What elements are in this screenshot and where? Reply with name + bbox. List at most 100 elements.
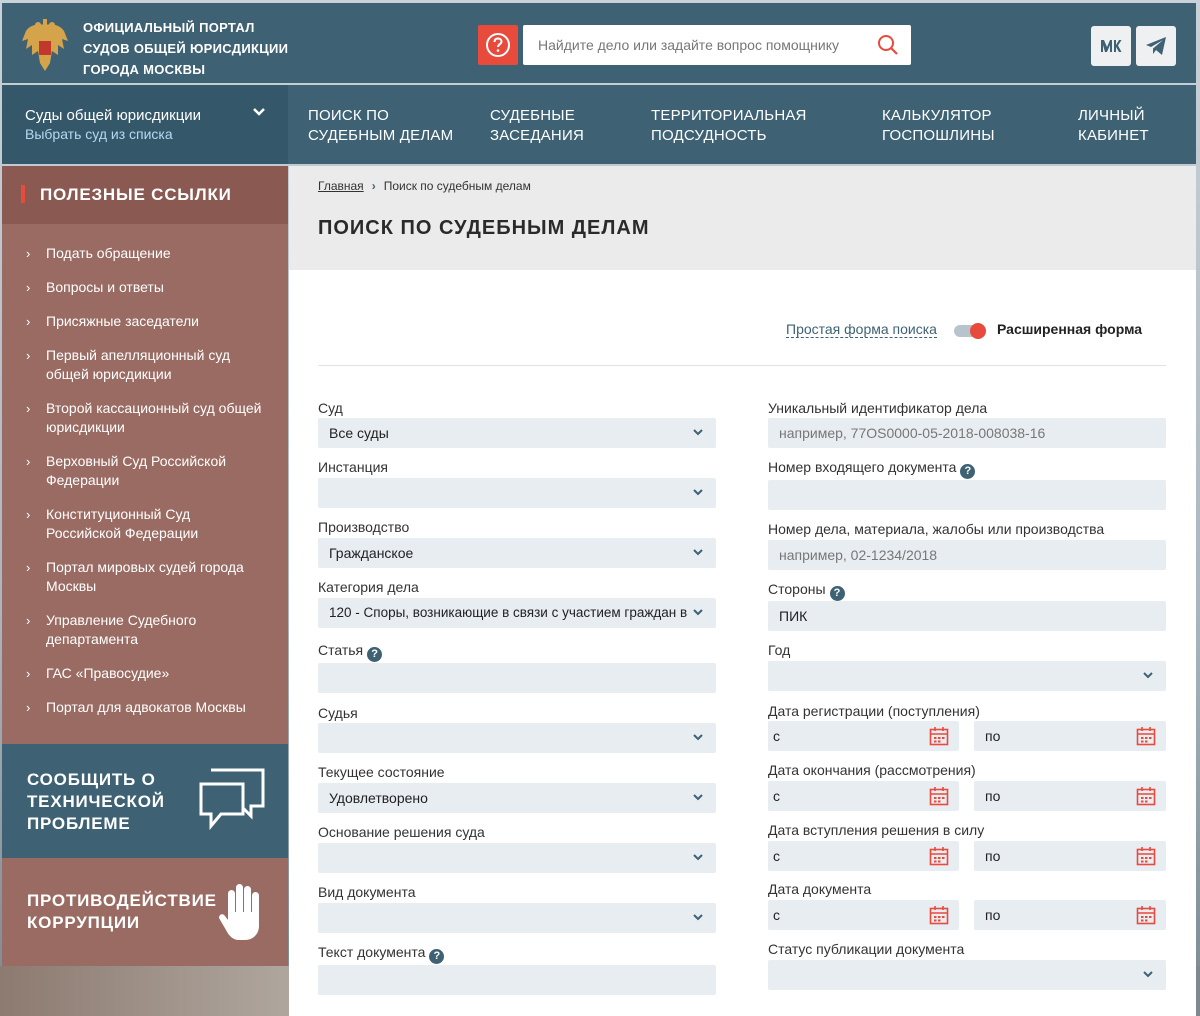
sidebar-link-label: Вопросы и ответы	[46, 279, 164, 295]
chevron-down-icon	[253, 108, 265, 116]
calendar-icon[interactable]	[1136, 786, 1156, 806]
court-selector-link[interactable]: Выбрать суд из списка	[25, 126, 288, 142]
vk-button[interactable]	[1091, 26, 1131, 66]
article-input[interactable]	[318, 663, 716, 693]
question-help-icon[interactable]: ?	[829, 586, 845, 601]
sidebar-link[interactable]: › Управление Судебного департамента	[2, 611, 288, 649]
sidebar-link[interactable]: › Подать обращение	[2, 244, 288, 263]
sidebar-link[interactable]: › Первый апелляционный суд общей юрисдикц…	[2, 346, 288, 384]
sidebar-link[interactable]: › ГАС «Правосудие»	[2, 664, 288, 683]
sidebar-link-label: Подать обращение	[46, 245, 171, 261]
nav-item-line: ГОСПОШЛИНЫ	[882, 127, 995, 144]
search-icon[interactable]	[877, 34, 899, 56]
date-reg-to[interactable]: по	[974, 721, 1166, 751]
nav-item-line: ПОДСУДНОСТЬ	[651, 127, 767, 144]
doc-text-label-text: Текст документа	[318, 944, 426, 960]
telegram-button[interactable]	[1136, 26, 1176, 66]
calendar-icon[interactable]	[929, 726, 949, 746]
sidebar-link[interactable]: › Верховный Суд Российской Федерации	[2, 452, 288, 490]
calendar-icon[interactable]	[929, 846, 949, 866]
search-box	[523, 25, 911, 65]
coat-of-arms-icon	[22, 19, 68, 71]
nav-item-line: СУДЕБНЫЕ	[490, 107, 575, 124]
logo-line-1: ОФИЦИАЛЬНЫЙ ПОРТАЛ	[83, 20, 255, 35]
judge-select[interactable]	[318, 723, 716, 753]
doc-type-select[interactable]	[318, 903, 716, 933]
nav-item-line: СУДЕБНЫМ ДЕЛАМ	[308, 127, 454, 144]
incoming-input[interactable]	[768, 480, 1166, 510]
proceeding-select[interactable]: Гражданское	[318, 538, 716, 568]
calendar-icon[interactable]	[929, 905, 949, 925]
breadcrumb-current: Поиск по судебным делам	[383, 179, 531, 193]
doc-text-input[interactable]	[318, 965, 716, 995]
simple-form-link[interactable]: Простая форма поиска	[786, 321, 937, 338]
chevron-right-icon: ›	[26, 507, 31, 522]
sidebar-heading: ПОЛЕЗНЫЕ ССЫЛКИ	[2, 166, 288, 224]
anti-corruption-banner[interactable]: ПРОТИВОДЕЙСТВИЕ КОРРУПЦИИ	[2, 858, 288, 966]
chevron-right-icon: ›	[26, 348, 31, 363]
case-no-input[interactable]: например, 02-1234/2018	[768, 540, 1166, 570]
sidebar-link-label: Присяжные заседатели	[46, 313, 199, 329]
question-help-icon[interactable]: ?	[429, 949, 445, 964]
sidebar-link[interactable]: › Вопросы и ответы	[2, 278, 288, 297]
sidebar-link[interactable]: › Портал мировых судей города Москвы	[2, 558, 288, 596]
corruption-banner-text: ПРОТИВОДЕЙСТВИЕ КОРРУПЦИИ	[27, 890, 217, 934]
article-label: Статья?	[318, 642, 383, 662]
calendar-icon[interactable]	[929, 786, 949, 806]
report-tech-problem-banner[interactable]: СООБЩИТЬ О ТЕХНИЧЕСКОЙ ПРОБЛЕМЕ	[2, 744, 288, 858]
sidebar-link[interactable]: › Присяжные заседатели	[2, 312, 288, 331]
nav-item-personal-account[interactable]: ЛИЧНЫЙ КАБИНЕТ	[1078, 106, 1149, 146]
proceeding-label: Производство	[318, 519, 410, 535]
basis-select[interactable]	[318, 843, 716, 873]
parties-label: Стороны?	[768, 581, 845, 601]
sidebar-link[interactable]: › Конституционный Суд Российской Федераци…	[2, 505, 288, 543]
category-select[interactable]: 120 - Споры, возникающие в связи с участ…	[318, 598, 716, 628]
nav-item-case-search[interactable]: ПОИСК ПО СУДЕБНЫМ ДЕЛАМ	[308, 106, 453, 146]
year-select[interactable]	[768, 661, 1166, 691]
date-doc-label: Дата документа	[768, 881, 872, 897]
question-help-icon[interactable]: ?	[960, 464, 976, 479]
court-selector[interactable]: Суды общей юрисдикции Выбрать суд из спи…	[2, 85, 288, 164]
date-reg-from[interactable]: с	[768, 721, 959, 751]
pub-status-select[interactable]	[768, 960, 1166, 990]
date-force-from[interactable]: с	[768, 841, 959, 871]
tech-banner-text: СООБЩИТЬ О ТЕХНИЧЕСКОЙ ПРОБЛЕМЕ	[27, 769, 165, 835]
sidebar-link[interactable]: › Второй кассационный суд общей юрисдикци…	[2, 399, 288, 437]
sidebar-link-label: Конституционный Суд Российской Федерации	[46, 506, 199, 541]
question-circle-icon	[486, 33, 510, 57]
chevron-right-icon: ›	[26, 560, 31, 575]
chevron-right-icon: ›	[26, 700, 31, 715]
calendar-icon[interactable]	[1136, 846, 1156, 866]
question-help-icon[interactable]: ?	[367, 647, 383, 662]
date-end-from[interactable]: с	[768, 781, 959, 811]
advanced-form-label: Расширенная форма	[997, 321, 1143, 337]
date-doc-to[interactable]: по	[974, 900, 1166, 930]
parties-input[interactable]: ПИК	[768, 601, 1166, 631]
date-doc-from[interactable]: с	[768, 900, 959, 930]
nav-item-jurisdiction[interactable]: ТЕРРИТОРИАЛЬНАЯ ПОДСУДНОСТЬ	[651, 106, 807, 146]
instance-select[interactable]	[318, 478, 716, 508]
state-select[interactable]: Удовлетворено	[318, 783, 716, 813]
calendar-icon[interactable]	[1136, 905, 1156, 925]
date-force-to[interactable]: по	[974, 841, 1166, 871]
uid-input[interactable]: например, 77OS0000-05-2018-008038-16	[768, 418, 1166, 448]
calendar-icon[interactable]	[1136, 726, 1156, 746]
form-mode-toggle[interactable]	[954, 323, 986, 339]
divider	[318, 365, 1166, 366]
nav-item-duty-calculator[interactable]: КАЛЬКУЛЯТОР ГОСПОШЛИНЫ	[882, 106, 995, 146]
sidebar-link-label: Верховный Суд Российской Федерации	[46, 453, 227, 488]
chevron-right-icon: ›	[26, 454, 31, 469]
sidebar-link[interactable]: › Портал для адвокатов Москвы	[2, 698, 288, 717]
court-select[interactable]: Все суды	[318, 418, 716, 448]
search-input[interactable]	[538, 37, 858, 53]
portal-logo-text[interactable]: ОФИЦИАЛЬНЫЙ ПОРТАЛ СУДОВ ОБЩЕЙ ЮРИСДИКЦИ…	[83, 17, 303, 80]
nav-item-court-sessions[interactable]: СУДЕБНЫЕ ЗАСЕДАНИЯ	[490, 106, 584, 146]
uid-label: Уникальный идентификатор дела	[768, 400, 988, 416]
site-header: ОФИЦИАЛЬНЫЙ ПОРТАЛ СУДОВ ОБЩЕЙ ЮРИСДИКЦИ…	[2, 3, 1196, 83]
help-button[interactable]	[478, 25, 518, 65]
breadcrumb-home[interactable]: Главная	[318, 179, 364, 193]
court-value: Все суды	[329, 425, 389, 441]
date-end-to[interactable]: по	[974, 781, 1166, 811]
chevron-down-icon	[693, 429, 703, 436]
sidebar-link-label: Второй кассационный суд общей юрисдикции	[46, 400, 262, 435]
